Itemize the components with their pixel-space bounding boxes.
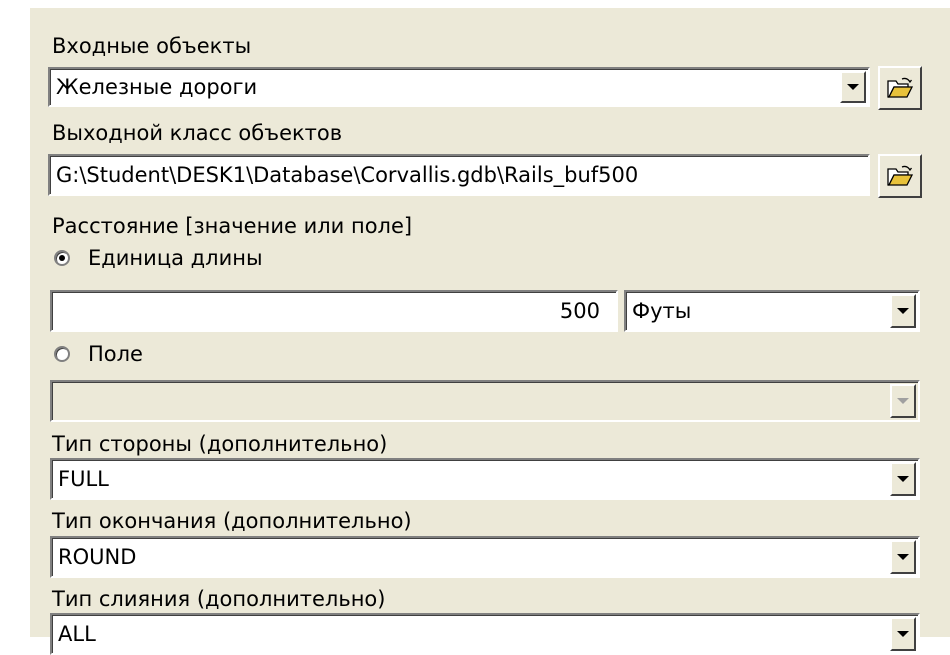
side-type-combobox[interactable]: FULL [50, 458, 920, 500]
distance-unit-combobox[interactable]: Футы [624, 290, 920, 332]
end-type-dropdown-button[interactable] [890, 540, 916, 574]
distance-label: Расстояние [значение или поле] [52, 214, 413, 238]
open-folder-icon [887, 77, 914, 98]
side-type-value: FULL [58, 467, 109, 491]
side-type-label: Тип стороны (дополнительно) [52, 432, 388, 456]
linear-unit-label: Единица длины [88, 246, 263, 270]
input-features-browse-button[interactable] [878, 66, 922, 110]
output-class-value: G:\Student\DESK1\Database\Corvallis.gdb\… [56, 163, 639, 187]
distance-unit-value: Футы [632, 299, 692, 323]
input-features-dropdown-button[interactable] [840, 71, 866, 103]
distance-field-dropdown-button[interactable] [890, 384, 916, 418]
dissolve-type-combobox[interactable]: ALL [50, 613, 920, 655]
open-folder-icon [887, 165, 914, 186]
distance-value: 500 [559, 299, 600, 323]
input-features-combobox[interactable]: Железные дороги [48, 67, 870, 107]
dissolve-type-dropdown-button[interactable] [890, 617, 916, 651]
dropdown-arrow-icon [847, 84, 859, 90]
linear-unit-radio[interactable] [54, 250, 70, 266]
output-class-input[interactable]: G:\Student\DESK1\Database\Corvallis.gdb\… [48, 154, 870, 196]
distance-value-input[interactable]: 500 [50, 290, 618, 332]
radio-selected-dot [59, 255, 65, 261]
side-type-dropdown-button[interactable] [890, 462, 916, 496]
end-type-value: ROUND [58, 545, 137, 569]
dissolve-type-label: Тип слияния (дополнительно) [52, 587, 386, 611]
dropdown-arrow-icon [897, 308, 909, 314]
dropdown-arrow-icon [897, 398, 909, 404]
field-radio[interactable] [54, 346, 70, 362]
field-label: Поле [88, 342, 143, 366]
output-class-label: Выходной класс объектов [52, 121, 343, 145]
input-features-value: Железные дороги [56, 75, 258, 99]
output-class-browse-button[interactable] [878, 154, 922, 198]
distance-field-combobox[interactable] [50, 380, 920, 422]
dropdown-arrow-icon [897, 631, 909, 637]
distance-unit-dropdown-button[interactable] [890, 294, 916, 328]
input-features-label: Входные объекты [52, 34, 252, 58]
dropdown-arrow-icon [897, 476, 909, 482]
tool-dialog-panel: Входные объекты Железные дороги Выходной… [30, 8, 950, 655]
end-type-label: Тип окончания (дополнительно) [52, 509, 412, 533]
dissolve-type-value: ALL [58, 622, 96, 646]
dropdown-arrow-icon [897, 554, 909, 560]
end-type-combobox[interactable]: ROUND [50, 536, 920, 578]
